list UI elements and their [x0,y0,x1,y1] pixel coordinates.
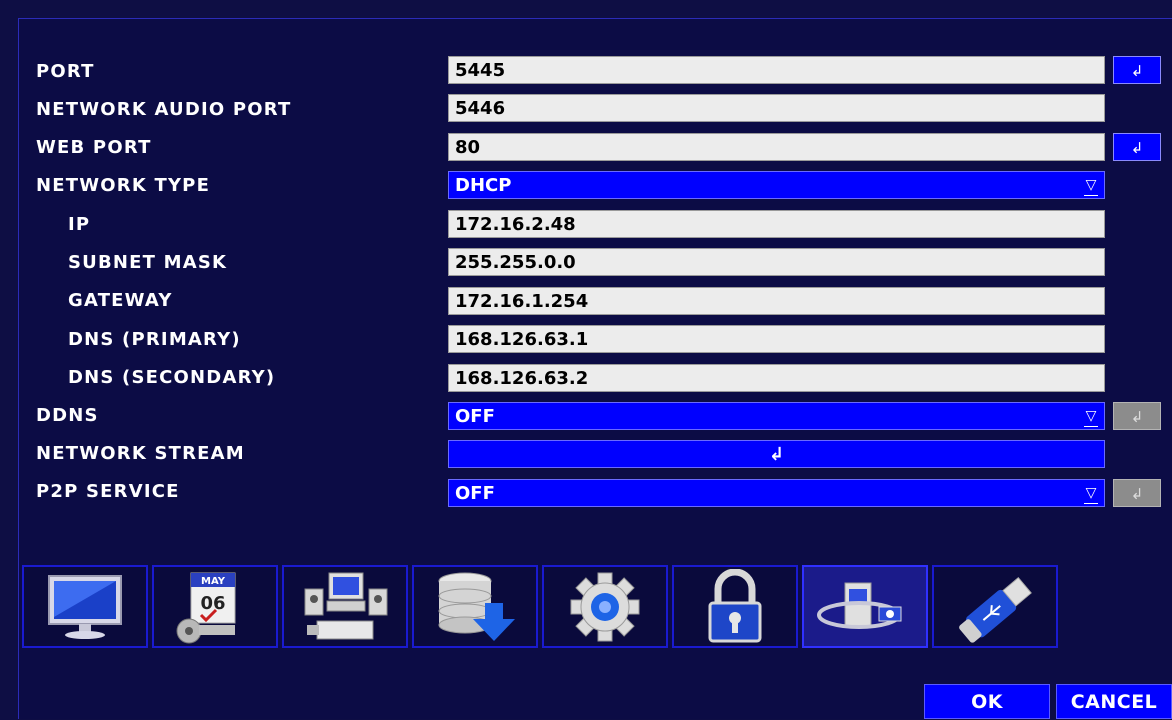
network-type-value: DHCP [455,175,512,196]
dns-secondary-input[interactable]: 168.126.63.2 [448,364,1105,392]
ddns-settings-button: ↲ [1113,402,1161,430]
port-label: PORT [36,61,95,82]
p2p-service-select[interactable]: OFF ▽ [448,479,1105,507]
port-apply-button[interactable]: ↲ [1113,56,1161,84]
network-stream-button[interactable]: ↲ [448,440,1105,468]
network-audio-port-label: NETWORK AUDIO PORT [36,99,292,120]
ip-label: IP [68,214,91,235]
enter-icon: ↲ [768,444,785,465]
calendar-month: MAY [201,576,226,587]
network-type-label: NETWORK TYPE [36,175,211,196]
gateway-input[interactable]: 172.16.1.254 [448,287,1105,315]
usb-tab[interactable] [932,565,1058,648]
enter-icon: ↲ [1130,408,1144,426]
dropdown-arrow-icon: ▽ [1084,175,1098,196]
enter-icon: ↲ [1130,139,1144,157]
calendar-icon: MAY 06 [176,572,236,643]
ip-input[interactable]: 172.16.2.48 [448,210,1105,238]
p2p-settings-button: ↲ [1113,479,1161,507]
settings-tab-bar: MAY 06 [22,565,1062,648]
computer-camera-icon [304,572,388,639]
ddns-select[interactable]: OFF ▽ [448,402,1105,430]
display-tab[interactable] [22,565,148,648]
p2p-service-value: OFF [455,483,495,504]
enter-icon: ↲ [1130,62,1144,80]
gateway-label: GATEWAY [68,290,173,311]
web-port-apply-button[interactable]: ↲ [1113,133,1161,161]
web-port-input[interactable]: 80 [448,133,1105,161]
storage-tab[interactable] [412,565,538,648]
ddns-label: DDNS [36,405,99,426]
dropdown-arrow-icon: ▽ [1084,406,1098,427]
usb-icon [959,576,1032,643]
dns-primary-label: DNS (PRIMARY) [68,329,241,350]
monitor-icon [48,574,122,639]
dns-primary-input[interactable]: 168.126.63.1 [448,325,1105,353]
port-input[interactable]: 5445 [448,56,1105,84]
enter-icon: ↲ [1130,485,1144,503]
schedule-tab[interactable]: MAY 06 [152,565,278,648]
subnet-mask-label: SUBNET MASK [68,252,228,273]
gear-icon [570,572,640,641]
dropdown-arrow-icon: ▽ [1084,483,1098,504]
dns-secondary-label: DNS (SECONDARY) [68,367,276,388]
network-tab[interactable] [802,565,928,648]
security-tab[interactable] [672,565,798,648]
network-type-select[interactable]: DHCP ▽ [448,171,1105,199]
p2p-service-label: P2P SERVICE [36,481,180,502]
web-port-label: WEB PORT [36,137,152,158]
subnet-mask-input[interactable]: 255.255.0.0 [448,248,1105,276]
network-globe-icon [817,582,902,629]
system-tab[interactable] [542,565,668,648]
database-download-icon [438,572,515,641]
network-stream-label: NETWORK STREAM [36,443,245,464]
ddns-value: OFF [455,406,495,427]
ok-button[interactable]: OK [924,684,1050,719]
devices-tab[interactable] [282,565,408,648]
lock-icon [708,568,762,642]
network-audio-port-input[interactable]: 5446 [448,94,1105,122]
cancel-button[interactable]: CANCEL [1056,684,1172,719]
calendar-day: 06 [200,593,225,614]
